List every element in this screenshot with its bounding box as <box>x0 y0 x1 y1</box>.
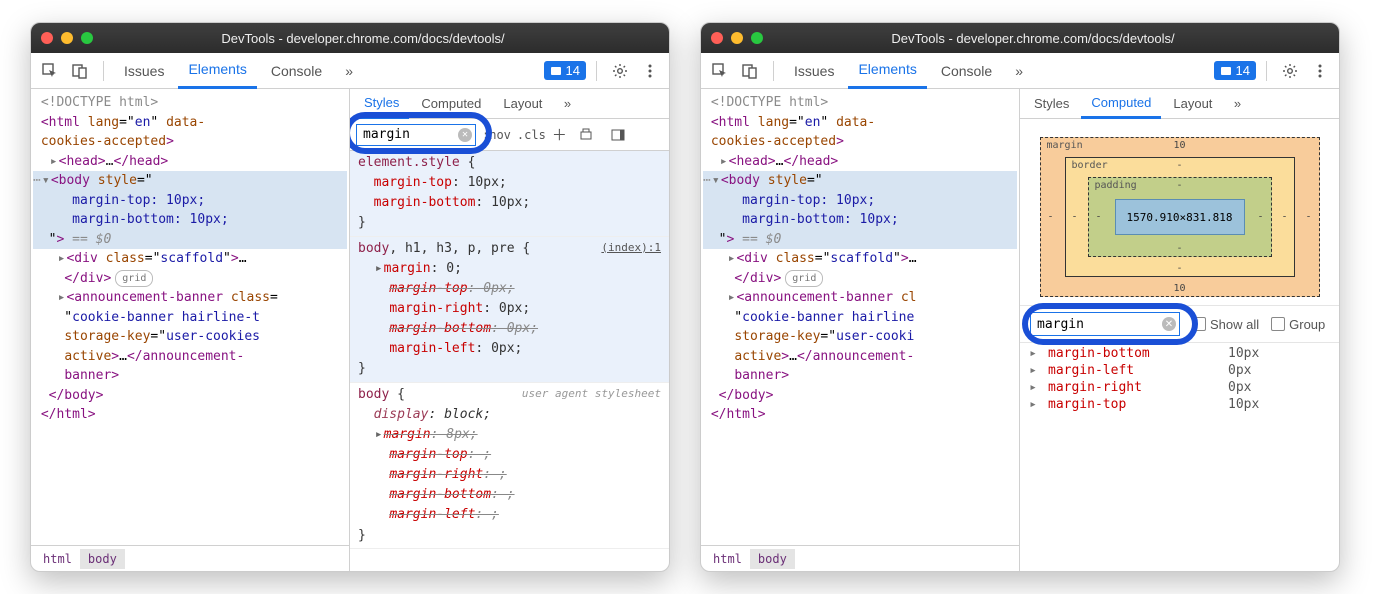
more-tabs-icon[interactable]: » <box>336 58 362 84</box>
tab-console[interactable]: Console <box>261 53 332 89</box>
tab-elements[interactable]: Elements <box>848 53 926 89</box>
computed-row[interactable]: ▸margin-left0px <box>1028 362 1331 379</box>
subtab-layout[interactable]: Layout <box>493 89 552 119</box>
filter-wrap: ✕ <box>1030 312 1180 336</box>
tab-elements[interactable]: Elements <box>178 53 256 89</box>
breadcrumbs: html body <box>701 545 1019 571</box>
tab-issues[interactable]: Issues <box>784 53 844 89</box>
styles-rules[interactable]: element.style { margin-top: 10px; margin… <box>350 151 669 571</box>
crumb-html[interactable]: html <box>35 549 80 569</box>
print-icon[interactable] <box>573 122 599 148</box>
group-checkbox[interactable]: Group <box>1271 317 1325 332</box>
computed-row[interactable]: ▸margin-bottom10px <box>1028 345 1331 362</box>
styles-subtabs: Styles Computed Layout » <box>350 89 669 119</box>
kebab-icon[interactable] <box>1307 58 1333 84</box>
dom-tree[interactable]: <!DOCTYPE html> <html lang="en" data- co… <box>701 89 1019 545</box>
styles-pane: Styles Computed Layout » ✕ :hov .cls ＋ <box>350 89 669 571</box>
subtab-computed[interactable]: Computed <box>1081 89 1161 119</box>
new-rule-button[interactable]: ＋ <box>552 124 567 145</box>
main-toolbar: Issues Elements Console » 14 <box>31 53 669 89</box>
inspect-icon[interactable] <box>37 58 63 84</box>
computed-row[interactable]: ▸margin-right0px <box>1028 379 1331 396</box>
subtab-styles[interactable]: Styles <box>1024 89 1079 119</box>
subtab-styles[interactable]: Styles <box>354 89 409 119</box>
show-all-checkbox[interactable]: Show all <box>1192 317 1259 332</box>
devtools-window-styles: DevTools - developer.chrome.com/docs/dev… <box>30 22 670 572</box>
computed-subtabs: Styles Computed Layout » <box>1020 89 1339 119</box>
grid-badge[interactable]: grid <box>785 270 823 287</box>
main-toolbar: Issues Elements Console » 14 <box>701 53 1339 89</box>
clear-filter-icon[interactable]: ✕ <box>458 128 472 142</box>
subtab-computed[interactable]: Computed <box>411 89 491 119</box>
cls-toggle[interactable]: .cls <box>517 128 546 142</box>
crumb-html[interactable]: html <box>705 549 750 569</box>
filter-wrap: ✕ <box>356 124 476 146</box>
window-title: DevTools - developer.chrome.com/docs/dev… <box>107 31 619 46</box>
computed-row[interactable]: ▸margin-top10px <box>1028 396 1331 413</box>
styles-filter-row: ✕ :hov .cls ＋ <box>350 119 669 151</box>
zoom-dot[interactable] <box>81 32 93 44</box>
crumb-body[interactable]: body <box>80 549 125 569</box>
clear-filter-icon[interactable]: ✕ <box>1162 317 1176 331</box>
subtab-layout[interactable]: Layout <box>1163 89 1222 119</box>
box-model[interactable]: margin border padding 1570.910×831.818 1… <box>1040 137 1320 297</box>
device-icon[interactable] <box>67 58 93 84</box>
close-dot[interactable] <box>711 32 723 44</box>
zoom-dot[interactable] <box>751 32 763 44</box>
traffic-lights <box>41 32 93 44</box>
issues-count: 14 <box>1236 63 1250 78</box>
more-subtabs-icon[interactable]: » <box>1224 91 1250 117</box>
window-title: DevTools - developer.chrome.com/docs/dev… <box>777 31 1289 46</box>
traffic-lights <box>711 32 763 44</box>
tab-console[interactable]: Console <box>931 53 1002 89</box>
box-content: 1570.910×831.818 <box>1115 199 1245 235</box>
dom-tree[interactable]: <!DOCTYPE html> <html lang="en" data- co… <box>31 89 349 545</box>
more-subtabs-icon[interactable]: » <box>554 91 580 117</box>
close-dot[interactable] <box>41 32 53 44</box>
computed-properties[interactable]: ▸margin-bottom10px ▸margin-left0px ▸marg… <box>1020 343 1339 571</box>
minimize-dot[interactable] <box>731 32 743 44</box>
gear-icon[interactable] <box>1277 58 1303 84</box>
grid-badge[interactable]: grid <box>115 270 153 287</box>
issues-badge[interactable]: 14 <box>1214 61 1256 80</box>
gear-icon[interactable] <box>607 58 633 84</box>
tab-issues[interactable]: Issues <box>114 53 174 89</box>
computed-filter-row: ✕ Show all Group <box>1020 305 1339 343</box>
more-tabs-icon[interactable]: » <box>1006 58 1032 84</box>
computed-filter-input[interactable] <box>1030 312 1180 336</box>
titlebar: DevTools - developer.chrome.com/docs/dev… <box>31 23 669 53</box>
device-icon[interactable] <box>737 58 763 84</box>
dom-tree-pane: <!DOCTYPE html> <html lang="en" data- co… <box>701 89 1020 571</box>
selected-node[interactable]: ⋯▾<body style=" <box>703 171 1017 191</box>
panel-toggle-icon[interactable] <box>605 122 631 148</box>
issues-badge[interactable]: 14 <box>544 61 586 80</box>
dom-tree-pane: <!DOCTYPE html> <html lang="en" data- co… <box>31 89 350 571</box>
inspect-icon[interactable] <box>707 58 733 84</box>
devtools-window-computed: DevTools - developer.chrome.com/docs/dev… <box>700 22 1340 572</box>
issues-count: 14 <box>566 63 580 78</box>
crumb-body[interactable]: body <box>750 549 795 569</box>
selected-node[interactable]: ⋯▾<body style=" <box>33 171 347 191</box>
minimize-dot[interactable] <box>61 32 73 44</box>
breadcrumbs: html body <box>31 545 349 571</box>
kebab-icon[interactable] <box>637 58 663 84</box>
titlebar: DevTools - developer.chrome.com/docs/dev… <box>701 23 1339 53</box>
hov-toggle[interactable]: :hov <box>482 128 511 142</box>
computed-pane: Styles Computed Layout » margin border p… <box>1020 89 1339 571</box>
